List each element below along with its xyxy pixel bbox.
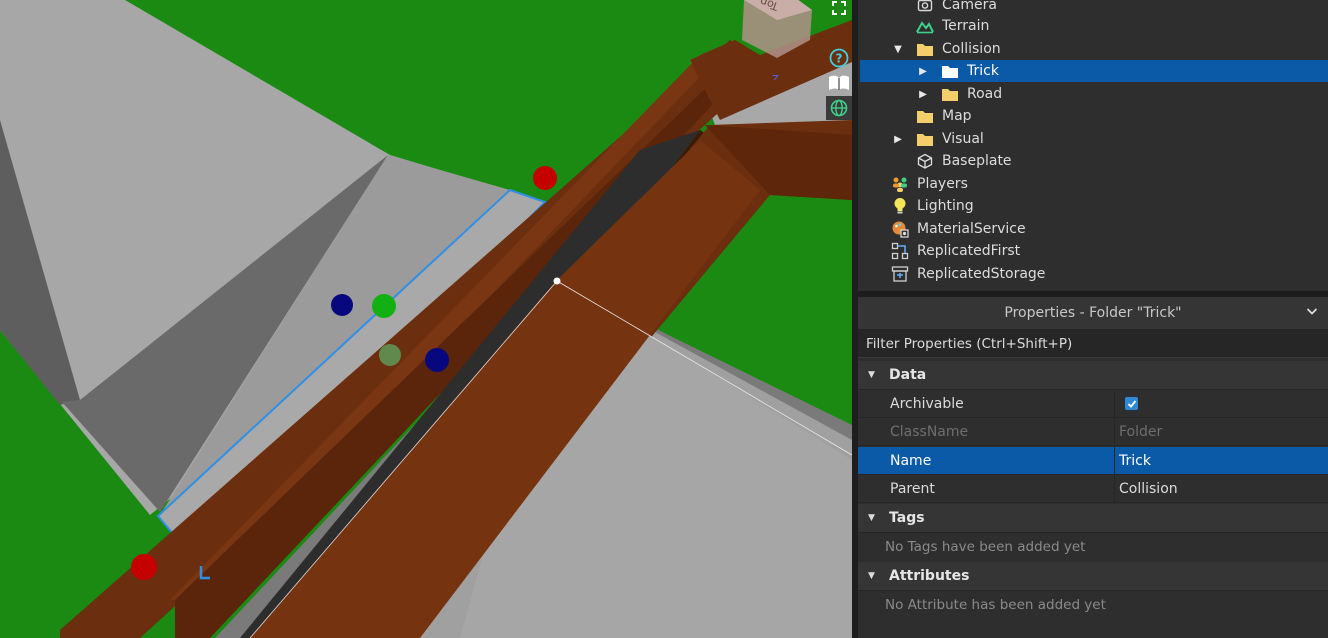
tree-label: ReplicatedFirst (917, 243, 1021, 259)
attributes-empty-message: No Attribute has been added yet (885, 597, 1106, 613)
folder-icon (941, 85, 959, 103)
tree-item-players[interactable]: Players (860, 173, 1328, 195)
filter-properties-input[interactable]: Filter Properties (Ctrl+Shift+P) (858, 330, 1328, 358)
section-tags[interactable]: ▼ Tags (858, 504, 1328, 533)
collapsed-arrow-icon[interactable]: ▶ (917, 88, 929, 100)
section-label: Attributes (889, 568, 970, 584)
svg-text:Z: Z (772, 74, 779, 80)
explorer-panel: Camera Terrain ▼ Collision ▶ Trick ▶ Roa… (858, 0, 1328, 291)
tree-item-trick[interactable]: ▶ Trick (860, 60, 1328, 82)
tree-item-visual[interactable]: ▶ Visual (860, 128, 1328, 150)
folder-icon (941, 62, 959, 80)
property-value[interactable]: Collision (1114, 475, 1328, 502)
property-value[interactable] (1114, 390, 1328, 417)
folder-icon (916, 130, 934, 148)
tree-label: Road (967, 86, 1003, 102)
tree-label: Trick (967, 63, 999, 79)
tags-empty-message: No Tags have been added yet (885, 539, 1086, 555)
handle-green-top (372, 294, 396, 318)
tree-item-camera[interactable]: Camera (860, 0, 1328, 16)
collapse-triangle-icon[interactable]: ▼ (868, 571, 875, 581)
tree-label: Visual (942, 131, 984, 147)
section-label: Tags (889, 510, 925, 526)
handle-red-bottom (131, 554, 157, 580)
property-name: Archivable (890, 395, 964, 412)
tree-label: Camera (942, 0, 997, 13)
tree-label: MaterialService (917, 221, 1026, 237)
scene-render[interactable] (0, 0, 852, 638)
handle-green-bottom (379, 344, 401, 366)
property-name: Parent (890, 480, 935, 497)
property-name: ClassName (890, 423, 969, 440)
tree-item-baseplate[interactable]: Baseplate (860, 150, 1328, 172)
properties-title: Properties - Folder "Trick" (1004, 305, 1182, 321)
tree-label: Map (942, 108, 972, 124)
property-name: Name (890, 452, 932, 469)
collapsed-arrow-icon[interactable]: ▶ (892, 133, 904, 145)
folder-icon (916, 107, 934, 125)
archivable-checkbox[interactable] (1125, 397, 1138, 410)
players-icon (891, 175, 909, 193)
3d-viewport[interactable]: Top Z ? (0, 0, 852, 638)
tree-item-replicatedstorage[interactable]: ReplicatedStorage (860, 263, 1328, 285)
part-icon (916, 152, 934, 170)
property-row-parent[interactable]: Parent Collision (858, 475, 1328, 503)
tree-label: Players (917, 176, 968, 192)
tree-label: Terrain (942, 18, 990, 34)
tree-label: Baseplate (942, 153, 1012, 169)
chevron-down-icon[interactable] (1306, 305, 1318, 319)
replicated-storage-icon (891, 265, 909, 283)
tree-item-materialservice[interactable]: MaterialService (860, 218, 1328, 240)
globe-icon[interactable] (826, 96, 852, 120)
tree-label: Collision (942, 41, 1001, 57)
terrain-icon (916, 17, 934, 35)
property-row-name[interactable]: Name Trick (858, 447, 1328, 475)
tree-item-road[interactable]: ▶ Road (860, 83, 1328, 105)
fullscreen-icon[interactable] (826, 0, 852, 20)
section-attributes[interactable]: ▼ Attributes (858, 562, 1328, 591)
help-icon[interactable]: ? (826, 46, 852, 70)
replicated-first-icon (891, 242, 909, 260)
lightbulb-icon (891, 197, 909, 215)
property-value: Folder (1114, 418, 1328, 445)
folder-icon (916, 40, 934, 58)
handle-blue-left (331, 294, 353, 316)
property-row-archivable[interactable]: Archivable (858, 390, 1328, 418)
tree-item-map[interactable]: Map (860, 105, 1328, 127)
handle-red-top (533, 166, 557, 190)
tree-label: Lighting (917, 198, 974, 214)
handle-blue-right (425, 348, 449, 372)
property-row-classname: ClassName Folder (858, 418, 1328, 446)
tree-item-lighting[interactable]: Lighting (860, 195, 1328, 217)
material-service-icon (891, 220, 909, 238)
properties-panel: Properties - Folder "Trick" Filter Prope… (858, 297, 1328, 638)
tree-item-replicatedfirst[interactable]: ReplicatedFirst (860, 240, 1328, 262)
section-label: Data (889, 367, 927, 383)
svg-text:?: ? (836, 52, 843, 66)
collapse-triangle-icon[interactable]: ▼ (868, 370, 875, 380)
collapsed-arrow-icon[interactable]: ▶ (917, 65, 929, 77)
tree-item-terrain[interactable]: Terrain (860, 15, 1328, 37)
tree-item-collision[interactable]: ▼ Collision (860, 38, 1328, 60)
book-icon[interactable] (826, 71, 852, 95)
section-data[interactable]: ▼ Data (858, 361, 1328, 390)
properties-title-bar: Properties - Folder "Trick" (858, 297, 1328, 330)
view-selector-cube[interactable]: Top Z (722, 0, 822, 85)
tree-label: ReplicatedStorage (917, 266, 1046, 282)
collapse-triangle-icon[interactable]: ▼ (868, 513, 875, 523)
property-value-input[interactable]: Trick (1114, 447, 1328, 474)
camera-icon (916, 0, 934, 14)
expanded-arrow-icon[interactable]: ▼ (892, 43, 904, 55)
